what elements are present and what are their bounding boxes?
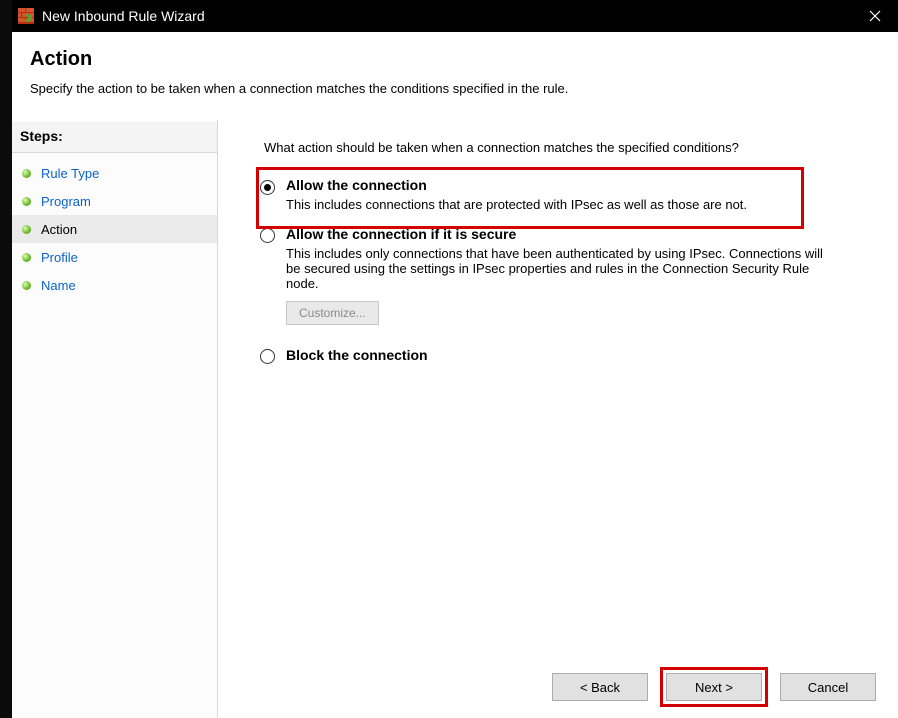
action-options: Allow the connection This includes conne… (260, 177, 876, 367)
cancel-button[interactable]: Cancel (780, 673, 876, 701)
option-title: Allow the connection (286, 177, 876, 193)
option-title: Allow the connection if it is secure (286, 226, 876, 242)
sidebar-item-rule-type[interactable]: Rule Type (12, 159, 217, 187)
steps-heading: Steps: (12, 122, 217, 153)
page-header: Action Specify the action to be taken wh… (12, 32, 898, 106)
option-desc: This includes connections that are prote… (286, 197, 826, 212)
sidebar-item-action[interactable]: Action (12, 215, 217, 243)
sidebar-item-profile[interactable]: Profile (12, 243, 217, 271)
page-body: Steps: Rule Type Program Action (12, 120, 898, 718)
customize-button: Customize... (286, 301, 379, 325)
bullet-icon (22, 225, 31, 234)
client-area: Action Specify the action to be taken wh… (12, 32, 898, 718)
sidebar-item-label: Name (41, 278, 76, 293)
radio-allow[interactable] (260, 180, 275, 195)
option-title: Block the connection (286, 347, 876, 363)
wizard-window: New Inbound Rule Wizard Action Specify t… (0, 0, 898, 718)
option-allow[interactable]: Allow the connection This includes conne… (260, 177, 876, 212)
steps-list: Rule Type Program Action Profile (12, 153, 217, 299)
wizard-footer: < Back Next > Cancel (218, 656, 898, 718)
firewall-icon (18, 8, 34, 24)
sidebar-item-label: Rule Type (41, 166, 99, 181)
radio-block[interactable] (260, 349, 275, 364)
bullet-icon (22, 169, 31, 178)
window-left-strip (0, 0, 12, 718)
main-panel: What action should be taken when a conne… (218, 120, 898, 718)
option-allow-secure[interactable]: Allow the connection if it is secure Thi… (260, 226, 876, 325)
bullet-icon (22, 253, 31, 262)
option-block[interactable]: Block the connection (260, 347, 876, 367)
page-subtitle: Specify the action to be taken when a co… (30, 81, 880, 96)
sidebar-item-name[interactable]: Name (12, 271, 217, 299)
back-button[interactable]: < Back (552, 673, 648, 701)
titlebar: New Inbound Rule Wizard (12, 0, 898, 32)
sidebar-item-label: Program (41, 194, 91, 209)
bullet-icon (22, 197, 31, 206)
window-title: New Inbound Rule Wizard (42, 8, 852, 24)
close-icon (869, 10, 881, 22)
main-prompt: What action should be taken when a conne… (260, 140, 876, 155)
bullet-icon (22, 281, 31, 290)
sidebar-item-label: Action (41, 222, 77, 237)
steps-sidebar: Steps: Rule Type Program Action (12, 120, 218, 718)
sidebar-item-program[interactable]: Program (12, 187, 217, 215)
page-title: Action (30, 48, 880, 71)
close-button[interactable] (852, 0, 898, 32)
sidebar-item-label: Profile (41, 250, 78, 265)
radio-allow-secure[interactable] (260, 228, 275, 243)
option-desc: This includes only connections that have… (286, 246, 826, 291)
next-button[interactable]: Next > (666, 673, 762, 701)
